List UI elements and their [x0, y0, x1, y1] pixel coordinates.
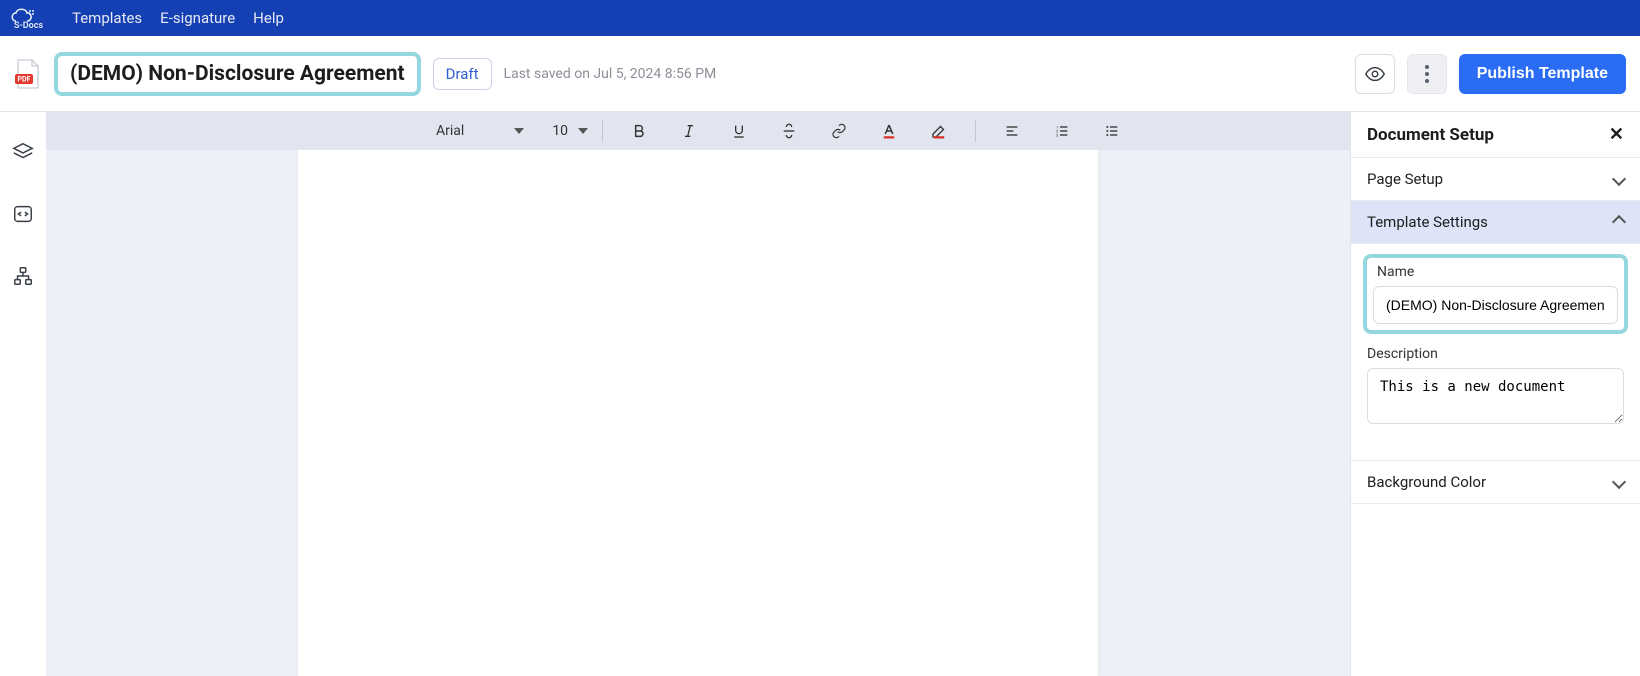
- name-input[interactable]: [1373, 286, 1618, 324]
- section-background-color[interactable]: Background Color: [1351, 461, 1640, 504]
- list-ul-icon: [1104, 123, 1120, 139]
- document-setup-panel: Document Setup ✕ Page Setup Template Set…: [1350, 112, 1640, 676]
- align-button[interactable]: [998, 117, 1026, 145]
- section-page-setup[interactable]: Page Setup: [1351, 158, 1640, 201]
- pdf-icon: PDF: [14, 58, 42, 90]
- italic-button[interactable]: [675, 117, 703, 145]
- list-ol-icon: 123: [1054, 123, 1070, 139]
- chevron-down-icon: [1612, 172, 1626, 186]
- svg-text:3: 3: [1056, 132, 1058, 137]
- bold-icon: [631, 123, 647, 139]
- bold-button[interactable]: [625, 117, 653, 145]
- underline-icon: [731, 123, 747, 139]
- last-saved-text: Last saved on Jul 5, 2024 8:56 PM: [504, 66, 717, 82]
- font-size-select[interactable]: 10: [552, 123, 588, 139]
- svg-text:S-Docs: S-Docs: [14, 21, 43, 29]
- chevron-up-icon: [1612, 215, 1626, 229]
- brand-logo[interactable]: S-Docs: [10, 7, 54, 29]
- hierarchy-icon: [12, 265, 34, 287]
- more-button[interactable]: [1407, 54, 1447, 94]
- status-chip: Draft: [433, 58, 492, 90]
- strikethrough-button[interactable]: [775, 117, 803, 145]
- strikethrough-icon: [781, 123, 797, 139]
- text-color-icon: [880, 122, 898, 140]
- nav-help[interactable]: Help: [253, 9, 284, 27]
- bullet-list-button[interactable]: [1098, 117, 1126, 145]
- document-title-box[interactable]: (DEMO) Non-Disclosure Agreement: [54, 52, 421, 96]
- document-canvas[interactable]: [298, 150, 1098, 676]
- text-color-button[interactable]: [875, 117, 903, 145]
- document-title: (DEMO) Non-Disclosure Agreement: [70, 62, 405, 86]
- preview-button[interactable]: [1355, 54, 1395, 94]
- editor-toolbar: Arial 10 123: [46, 112, 1350, 150]
- highlight-button[interactable]: [925, 117, 953, 145]
- kebab-icon: [1425, 65, 1429, 83]
- structure-button[interactable]: [9, 262, 37, 290]
- code-icon: [12, 203, 34, 225]
- nav-esignature[interactable]: E-signature: [160, 9, 235, 27]
- name-field-highlight: Name: [1363, 254, 1628, 334]
- layers-icon: [12, 141, 34, 163]
- section-template-settings[interactable]: Template Settings: [1351, 201, 1640, 244]
- name-label: Name: [1377, 264, 1618, 280]
- font-family-select[interactable]: Arial: [436, 123, 524, 139]
- svg-text:PDF: PDF: [18, 75, 31, 83]
- highlight-icon: [930, 122, 948, 140]
- align-left-icon: [1004, 123, 1020, 139]
- underline-button[interactable]: [725, 117, 753, 145]
- layers-button[interactable]: [9, 138, 37, 166]
- description-label: Description: [1367, 346, 1624, 362]
- publish-button[interactable]: Publish Template: [1459, 54, 1626, 94]
- caret-down-icon: [578, 128, 588, 134]
- description-input[interactable]: [1367, 368, 1624, 424]
- code-button[interactable]: [9, 200, 37, 228]
- eye-icon: [1364, 63, 1386, 85]
- link-icon: [831, 123, 847, 139]
- panel-title: Document Setup: [1367, 125, 1494, 145]
- caret-down-icon: [514, 128, 524, 134]
- close-panel-button[interactable]: ✕: [1609, 124, 1624, 145]
- chevron-down-icon: [1612, 475, 1626, 489]
- link-button[interactable]: [825, 117, 853, 145]
- italic-icon: [681, 123, 697, 139]
- nav-templates[interactable]: Templates: [72, 9, 142, 27]
- numbered-list-button[interactable]: 123: [1048, 117, 1076, 145]
